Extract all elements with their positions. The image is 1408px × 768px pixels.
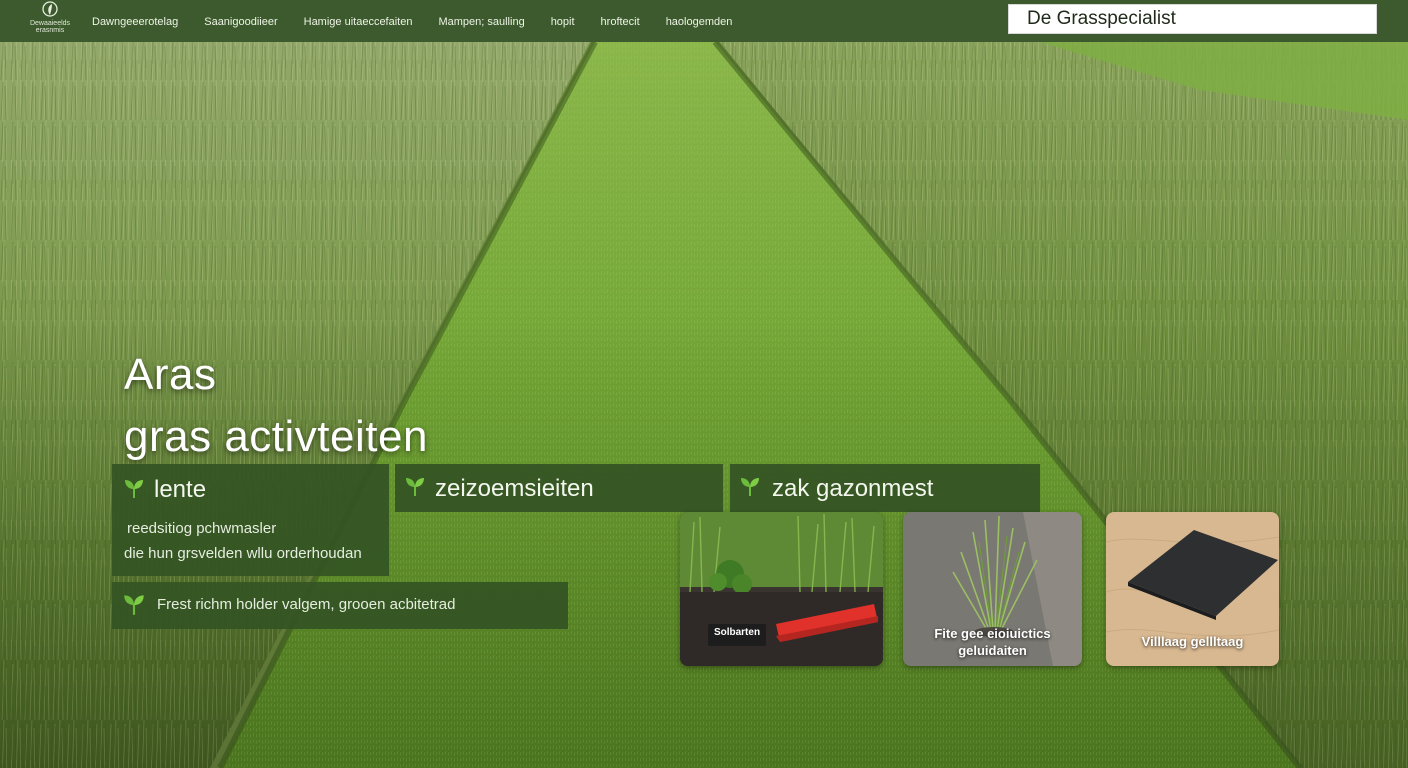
tab-label-zeizoemsieiten: zeizoemsieiten <box>435 475 594 502</box>
hero-heading: Aras gras activteiten <box>124 344 428 468</box>
leaf-icon <box>125 480 143 498</box>
product-card-mat[interactable]: Villlaag gellltaag <box>1106 512 1279 666</box>
search-input[interactable]: De Grasspecialist <box>1008 4 1377 34</box>
logo-emblem-icon <box>42 1 58 17</box>
main-navigation: Dawngeeerotelag Saanigoodiieer Hamige uita… <box>92 12 758 30</box>
tab-label-zak-gazonmest: zak gazonmest <box>772 475 934 502</box>
nav-item-4[interactable]: Mampen; saulling <box>438 16 524 28</box>
tab-lente[interactable]: lente reedsitiog pchwmasler die hun grsv… <box>112 464 389 576</box>
tab-zak-gazonmest[interactable]: zak gazonmest <box>730 464 1040 512</box>
tip-bar[interactable]: Frest richm holder valgem, grooen acbite… <box>112 582 568 629</box>
nav-item-1[interactable]: Dawngeeerotelag <box>92 16 178 28</box>
tools-image <box>680 512 883 666</box>
product-caption-grass: Fite gee eioiuictics geluidaiten <box>934 626 1051 658</box>
top-navigation-bar: Dewaaieelds erasnmis Dawngeeerotelag Saan… <box>0 0 1408 42</box>
logo-text: Dewaaieelds erasnmis <box>29 20 71 34</box>
hero-title-line-1: Aras <box>124 350 217 399</box>
tab-zeizoemsieiten[interactable]: zeizoemsieiten <box>395 464 723 512</box>
leaf-icon <box>741 478 759 496</box>
nav-item-2[interactable]: Saanigoodiieer <box>204 16 277 28</box>
leaf-icon <box>124 595 144 615</box>
nav-item-5[interactable]: hopit <box>551 16 575 28</box>
product-label-tool: Solbarten <box>713 627 761 638</box>
product-caption-mat: Villlaag gellltaag <box>1141 634 1244 649</box>
nav-item-7[interactable]: haologemden <box>666 16 733 28</box>
nav-item-6[interactable]: hroftecit <box>601 16 640 28</box>
tab-label-lente: lente <box>154 476 207 503</box>
nav-item-3[interactable]: Hamige uitaeccefaiten <box>304 16 413 28</box>
lente-text-line-2: die hun grsvelden wllu orderhoudan <box>124 545 362 562</box>
leaf-icon <box>406 478 424 496</box>
product-card-tools[interactable]: Solbarten <box>680 512 883 666</box>
site-logo[interactable]: Dewaaieelds erasnmis <box>28 0 72 40</box>
product-card-grass[interactable]: Fite gee eioiuictics geluidaiten <box>903 512 1082 666</box>
lente-text-line-1: reedsitiog pchwmasler <box>127 520 277 537</box>
hero-title-line-2: gras activteiten <box>124 412 428 461</box>
tip-text: Frest richm holder valgem, grooen acbite… <box>157 596 456 613</box>
